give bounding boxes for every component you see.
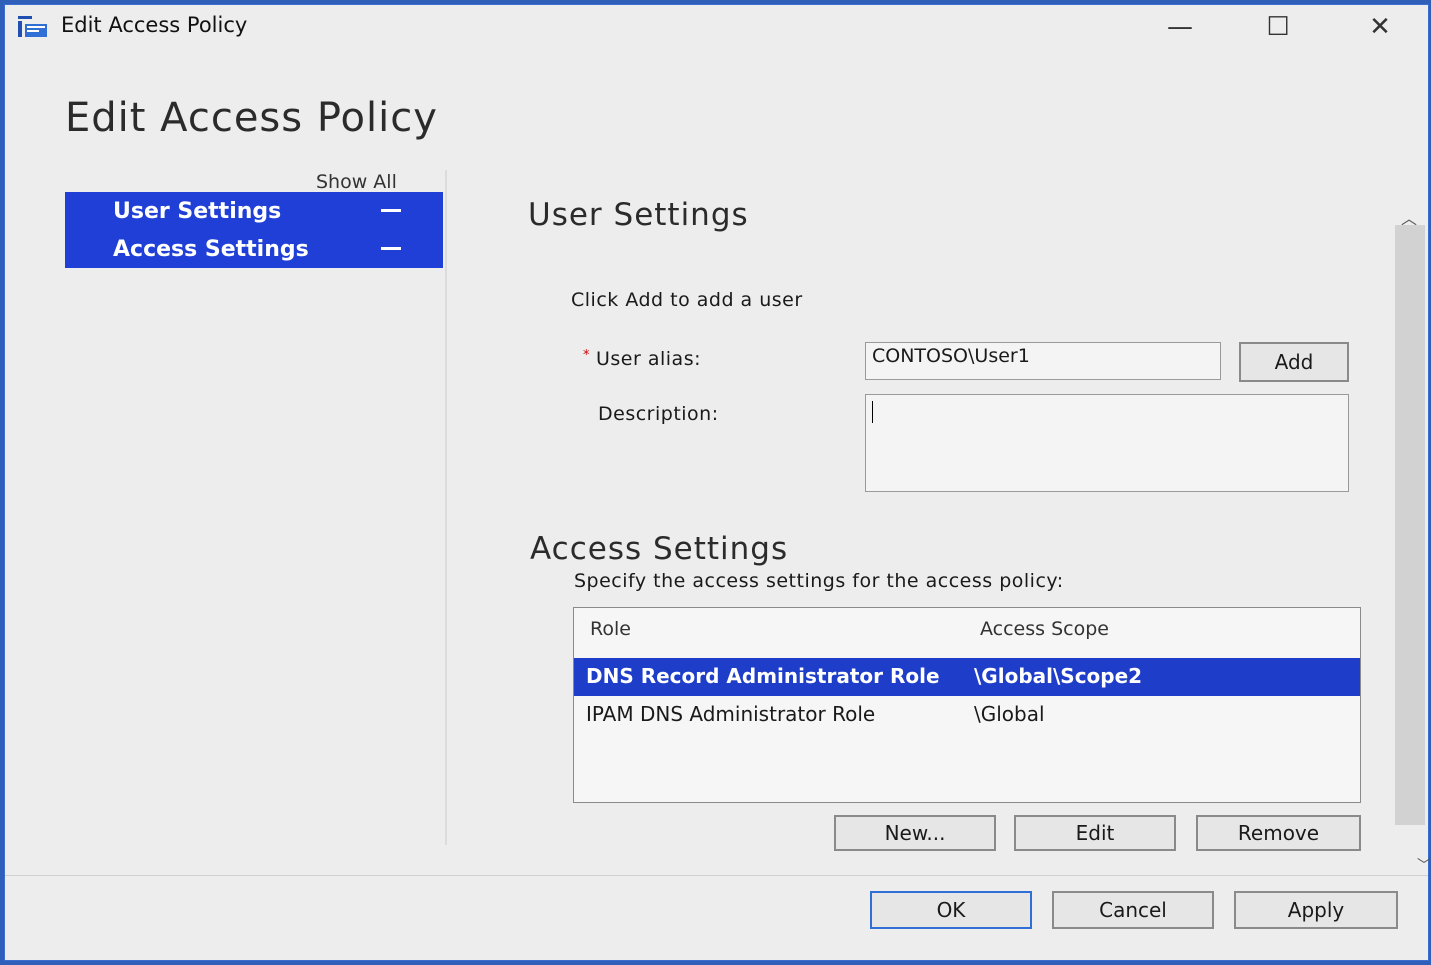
edit-access-policy-window: Edit Access Policy — ☐ ✕ Edit Access Pol… bbox=[4, 4, 1431, 961]
table-row[interactable]: DNS Record Administrator Role \Global\Sc… bbox=[574, 658, 1360, 696]
collapse-icon[interactable] bbox=[381, 209, 401, 212]
new-button[interactable]: New... bbox=[834, 815, 996, 851]
apply-button[interactable]: Apply bbox=[1234, 891, 1398, 929]
table-row[interactable]: IPAM DNS Administrator Role \Global bbox=[574, 696, 1360, 734]
required-marker: * bbox=[583, 348, 590, 363]
maximize-icon[interactable]: ☐ bbox=[1243, 7, 1313, 47]
divider bbox=[445, 170, 447, 845]
scope-cell: \Global bbox=[974, 702, 1045, 726]
description-label: Description: bbox=[598, 403, 719, 425]
ok-button[interactable]: OK bbox=[870, 891, 1032, 929]
user-settings-instruction: Click Add to add a user bbox=[571, 289, 803, 311]
access-settings-title: Access Settings bbox=[530, 531, 789, 567]
divider bbox=[5, 875, 1428, 876]
nav-item-access-settings[interactable]: Access Settings bbox=[65, 230, 443, 268]
description-input[interactable] bbox=[865, 394, 1349, 492]
text-cursor bbox=[872, 401, 873, 423]
nav-item-label: User Settings bbox=[113, 198, 282, 224]
role-cell: DNS Record Administrator Role bbox=[586, 664, 940, 688]
user-alias-input[interactable]: CONTOSO\User1 bbox=[865, 342, 1221, 380]
add-button[interactable]: Add bbox=[1239, 342, 1349, 382]
cancel-button[interactable]: Cancel bbox=[1052, 891, 1214, 929]
scrollbar-thumb[interactable] bbox=[1395, 225, 1425, 825]
user-alias-label: * User alias: bbox=[583, 348, 701, 370]
section-nav: User Settings Access Settings bbox=[65, 192, 443, 268]
role-cell: IPAM DNS Administrator Role bbox=[586, 702, 876, 726]
app-icon bbox=[17, 15, 49, 39]
window-title: Edit Access Policy bbox=[61, 13, 248, 37]
edit-button[interactable]: Edit bbox=[1014, 815, 1176, 851]
vertical-scrollbar[interactable]: ︿ bbox=[1395, 205, 1425, 825]
title-bar: Edit Access Policy — ☐ ✕ bbox=[5, 5, 1428, 45]
nav-item-label: Access Settings bbox=[113, 236, 309, 262]
page-title: Edit Access Policy bbox=[65, 95, 438, 141]
scope-cell: \Global\Scope2 bbox=[974, 664, 1143, 688]
minimize-icon[interactable]: — bbox=[1145, 7, 1215, 47]
column-header-role[interactable]: Role bbox=[590, 618, 631, 640]
access-settings-table: Role Access Scope DNS Record Administrat… bbox=[573, 607, 1361, 803]
column-header-access-scope[interactable]: Access Scope bbox=[980, 618, 1109, 640]
user-settings-title: User Settings bbox=[528, 197, 749, 233]
show-all-link[interactable]: Show All bbox=[316, 171, 397, 193]
collapse-icon[interactable] bbox=[381, 247, 401, 250]
access-settings-instruction: Specify the access settings for the acce… bbox=[574, 570, 1064, 592]
nav-item-user-settings[interactable]: User Settings bbox=[65, 192, 443, 230]
table-header: Role Access Scope bbox=[574, 608, 1360, 658]
close-icon[interactable]: ✕ bbox=[1345, 7, 1415, 47]
remove-button[interactable]: Remove bbox=[1196, 815, 1361, 851]
scroll-down-icon[interactable]: ﹀ bbox=[1417, 855, 1431, 875]
